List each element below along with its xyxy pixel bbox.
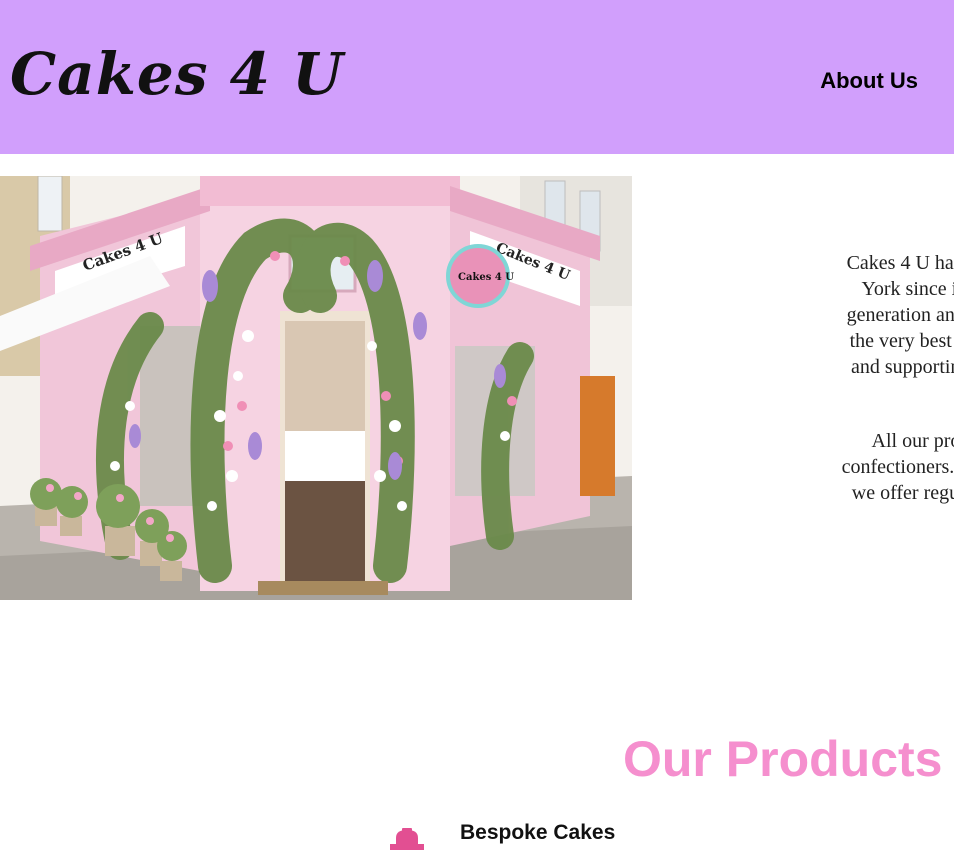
about-line: All our pro — [871, 430, 954, 452]
cake-icon — [388, 828, 426, 850]
about-line: and supporting l — [851, 356, 954, 378]
about-line: the very best ing — [849, 330, 954, 352]
about-line: York since its — [861, 278, 954, 300]
about-line: we offer regular — [851, 482, 954, 504]
about-paragraph-2: All our pro confectioners. Our we offer … — [660, 428, 954, 506]
nav-about-us-link[interactable]: About Us — [820, 68, 918, 94]
about-paragraph-1: Cakes 4 U has be York since its generati… — [660, 250, 954, 380]
about-line: Cakes 4 U has be — [846, 252, 954, 274]
site-logo[interactable]: Cakes 4 U — [10, 38, 344, 110]
site-header: Cakes 4 U About Us — [0, 0, 954, 154]
storefront-photo: Cakes 4 U Cakes 4 U Cakes 4 U — [0, 176, 632, 600]
round-sign-text: Cakes 4 U — [458, 272, 514, 283]
about-line: confectioners. Our — [841, 456, 954, 478]
about-line: generation and th — [846, 304, 954, 326]
product-bespoke-cakes[interactable]: Bespoke Cakes — [460, 820, 615, 846]
our-products-heading: Our Products — [623, 731, 943, 787]
about-text: Cakes 4 U has be York since its generati… — [660, 250, 954, 554]
